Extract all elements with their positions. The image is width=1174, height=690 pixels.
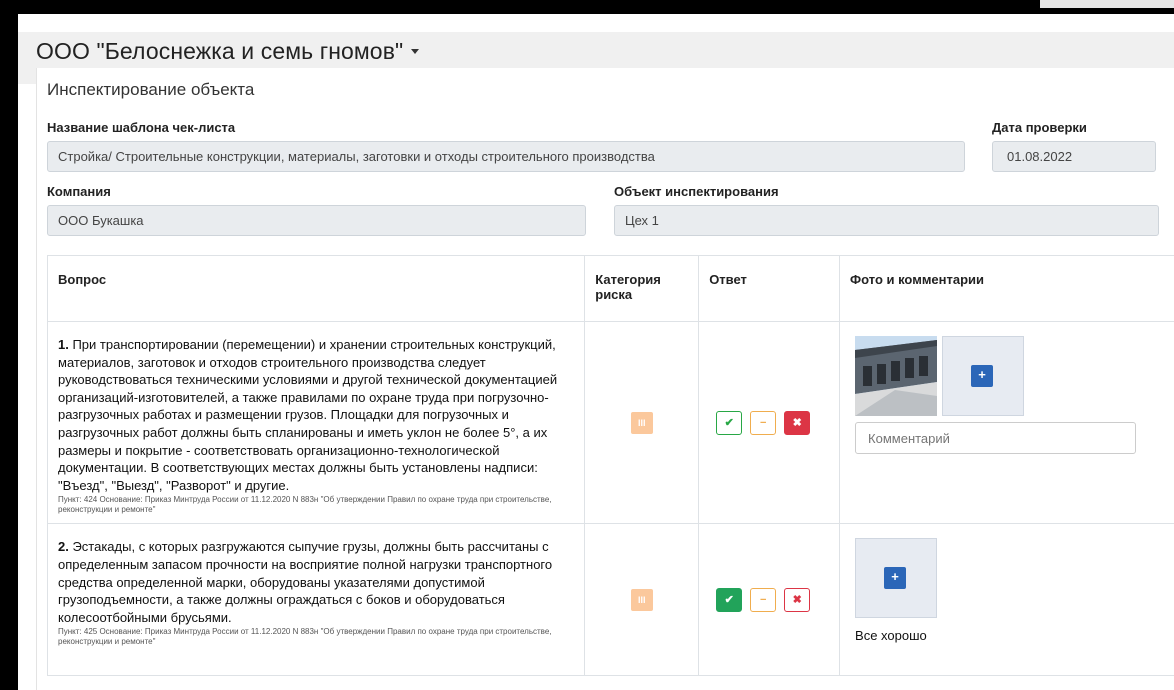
answer-no-button[interactable]: ✖ (784, 587, 811, 612)
app-window: ООО "Белоснежка и семь гномов" Инспектир… (18, 14, 1174, 690)
minus-icon: − (759, 593, 767, 606)
risk-badge: III (630, 411, 653, 434)
comment-input[interactable] (855, 422, 1137, 454)
risk-header: Категория риска (584, 255, 700, 322)
question-number: 2. (58, 539, 69, 555)
object-label: Объект инспектирования (614, 184, 779, 199)
checklist-table: Вопрос Категория риска Ответ Фото и комме… (46, 255, 1174, 677)
add-photo-box[interactable]: + (855, 538, 938, 619)
question-basis: Пункт: 424 Основание: Приказ Минтруда Ро… (58, 495, 552, 515)
question-cell: 2. Эстакады, с которых разгружаются сыпу… (46, 523, 586, 677)
date-label: Дата проверки (992, 120, 1087, 135)
risk-cell: III (584, 523, 700, 677)
company-value: ООО Букашка (58, 213, 144, 228)
question-text: Эстакады, с которых разгружаются сыпучие… (58, 539, 553, 625)
template-value: Стройка/ Строительные конструкции, матер… (58, 149, 655, 164)
add-photo-box[interactable]: + (942, 336, 1025, 416)
cross-icon: ✖ (792, 593, 802, 606)
template-field: Стройка/ Строительные конструкции, матер… (47, 141, 965, 172)
org-selector[interactable]: ООО "Белоснежка и семь гномов" (36, 32, 403, 65)
top-edge-strip (1040, 0, 1174, 8)
question-cell: 1. При транспортировании (перемещении) и… (46, 320, 586, 525)
plus-icon[interactable]: + (884, 567, 907, 590)
risk-cell: III (584, 320, 700, 525)
photos-header: Фото и комментарии (839, 255, 1174, 322)
risk-badge: III (630, 588, 653, 611)
date-value: 01.08.2022 (1007, 149, 1073, 164)
object-field: Цех 1 (614, 205, 1159, 236)
photo-thumbnail[interactable] (855, 336, 938, 416)
chevron-down-icon[interactable] (411, 49, 420, 54)
plus-icon[interactable]: + (971, 365, 994, 387)
question-number: 1. (58, 337, 69, 352)
company-label: Компания (47, 184, 111, 199)
question-basis: Пункт: 425 Основание: Приказ Минтруда Ро… (58, 627, 552, 647)
date-field: 01.08.2022 (992, 141, 1156, 172)
cross-icon: ✖ (792, 416, 802, 429)
comment-text: Все хорошо (855, 628, 927, 644)
check-icon: ✔ (724, 593, 734, 606)
check-icon: ✔ (724, 416, 734, 429)
minus-icon: − (759, 416, 767, 429)
answer-ok-button[interactable]: ✔ (716, 587, 743, 612)
question-header: Вопрос (46, 255, 586, 322)
inspection-panel: Инспектирование объекта Название шаблона… (36, 68, 1174, 690)
answer-na-button[interactable]: − (750, 410, 777, 435)
table-header-row: Вопрос Категория риска Ответ Фото и комме… (46, 255, 1174, 322)
table-row: 2. Эстакады, с которых разгружаются сыпу… (46, 523, 1174, 677)
photos-cell: + (839, 320, 1174, 525)
page-title: Инспектирование объекта (47, 80, 255, 99)
answer-no-button[interactable]: ✖ (784, 410, 811, 435)
answer-cell: ✔ − ✖ (698, 523, 841, 677)
template-label: Название шаблона чек-листа (47, 120, 236, 135)
table-row: 1. При транспортировании (перемещении) и… (46, 320, 1174, 525)
risk-header-line1: Категория (595, 272, 661, 287)
object-value: Цех 1 (625, 213, 659, 228)
answer-na-button[interactable]: − (750, 587, 777, 612)
answer-ok-button[interactable]: ✔ (716, 410, 743, 435)
question-text: При транспортировании (перемещении) и хр… (58, 337, 558, 493)
risk-header-line2: риска (595, 287, 633, 302)
answer-header: Ответ (698, 255, 841, 322)
photos-cell: + Все хорошо (839, 523, 1174, 677)
answer-cell: ✔ − ✖ (698, 320, 841, 525)
company-field: ООО Букашка (47, 205, 586, 236)
